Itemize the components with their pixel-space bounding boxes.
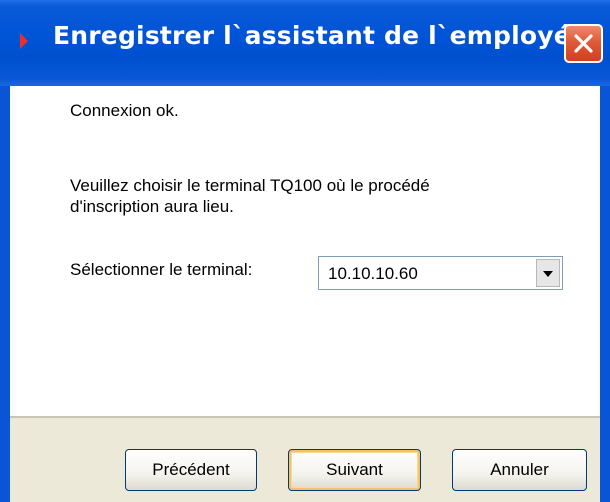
instruction-line-1: Veuillez choisir le terminal TQ100 où le… (70, 176, 430, 195)
wizard-dialog: Enregistrer l`assistant de l`employé Con… (0, 0, 610, 502)
cancel-button[interactable]: Annuler (452, 449, 587, 491)
window-border-right (600, 86, 610, 502)
terminal-select-value: 10.10.10.60 (328, 264, 418, 283)
previous-button[interactable]: Précédent (125, 449, 257, 491)
close-icon (574, 34, 593, 53)
terminal-select-dropdown-button[interactable] (536, 259, 560, 287)
connection-status: Connexion ok. (70, 101, 179, 120)
close-button[interactable] (564, 24, 603, 63)
terminal-label: Sélectionner le terminal: (70, 260, 253, 279)
button-bar: Précédent Suivant Annuler (10, 418, 600, 502)
dialog-content: Connexion ok. Veuillez choisir le termin… (10, 86, 600, 416)
title-bar[interactable]: Enregistrer l`assistant de l`employé (0, 0, 610, 86)
terminal-select[interactable]: 10.10.10.60 (318, 256, 563, 290)
instruction-line-2: d'inscription aura lieu. (70, 197, 234, 216)
chevron-down-icon (543, 271, 553, 277)
next-button[interactable]: Suivant (288, 449, 421, 491)
window-title: Enregistrer l`assistant de l`employé (53, 21, 571, 50)
red-arrow-icon (20, 33, 28, 49)
window-border-left (0, 86, 10, 502)
instruction-text: Veuillez choisir le terminal TQ100 où le… (70, 175, 430, 217)
